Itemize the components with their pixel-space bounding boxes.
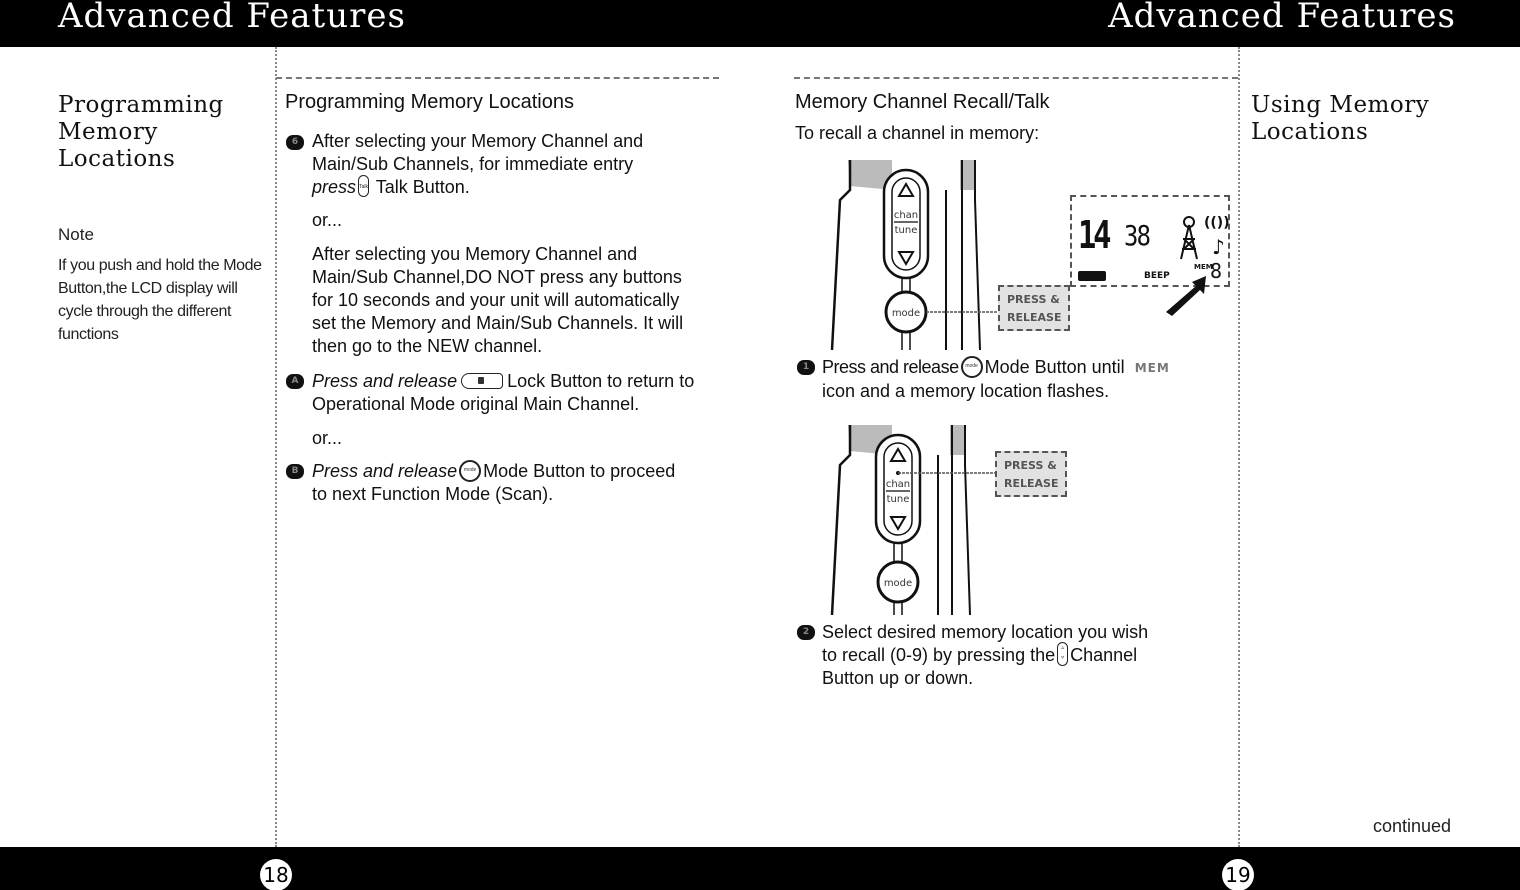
tune-label: tune [895,225,918,236]
mode-button-icon: mode [960,355,983,378]
step-1-line-1: Press and release mode Mode Button until ME… [822,355,1242,380]
step-b-italic: Press and release [312,461,458,481]
step-b-line-2: to next Function Mode (Scan). [312,484,554,504]
continued-label: continued [1373,816,1452,836]
radio-outline-left [830,425,852,615]
tune-label: tune [887,494,910,505]
step-a-after: Lock Button to return to [507,371,695,391]
step-b-text: Press and release mode Mode Button to proc… [312,459,732,506]
auto-set-paragraph: After selecting you Memory Channel and M… [312,243,722,358]
step-2-line-2: to recall (0-9) by pressing the ▵ ▿ Channel [822,642,1242,667]
step-2-line-3: Button up or down. [822,668,974,688]
talk-button-icon: Talk [358,175,370,198]
callout-2-line-2: RELEASE [1004,477,1059,490]
or-separator-2: or... [312,428,343,448]
radio-outline-left [830,160,852,350]
auto-line-3: for 10 seconds and your unit will automa… [312,290,680,310]
auto-line-4: set the Memory and Main/Sub Channels. It… [312,313,684,333]
pointer-arrow-icon [1166,276,1206,316]
radio-illustration-1: chan tune mode [830,160,1000,350]
radio-illustration-2: chan tune mode [830,425,1000,615]
step-b-after: Mode Button to proceed [483,461,676,481]
chan-label: chan [886,479,910,490]
music-note-icon: ♪ [1212,235,1225,259]
right-page-header-title: Advanced Features [1108,0,1456,36]
step-6-line-1: After selecting your Memory Channel and [312,131,644,151]
auto-line-2: Main/Sub Channel,DO NOT press any button… [312,267,682,287]
step-b-bullet-icon: B [286,464,304,479]
step-6-text: After selecting your Memory Channel and … [312,130,722,199]
mode-label: mode [892,308,920,319]
press-release-callout-2: PRESS & RELEASE [995,451,1067,497]
battery-icon [1078,271,1106,281]
callout-2-line-1: PRESS & [1004,459,1057,472]
chan-label: chan [894,210,918,221]
talk-button-label: Talk Button. [375,177,470,197]
mode-button-icon: mode [459,459,482,482]
lcd-main-channel: 14 [1078,213,1111,257]
press-word: press [312,177,357,197]
auto-line-1: After selecting you Memory Channel and [312,244,638,264]
page-number-18: 18 [260,859,292,890]
step-2-line-1: Select desired memory location you wish [822,622,1149,642]
right-side-title: Using Memory Locations [1251,92,1430,145]
left-section-rule [276,77,719,79]
step-a-italic: Press and release [312,371,458,391]
radio-outline-right [945,160,981,350]
step-a-bullet-icon: A [286,374,304,389]
recall-subtitle: To recall a channel in memory: [795,123,1040,143]
left-page-header-title: Advanced Features [58,0,406,36]
step-1-line-2: icon and a memory location flashes. [822,381,1110,401]
right-section-rule [794,77,1238,79]
callout-1-line-1: PRESS & [1007,293,1060,306]
header-bar: Advanced Features Advanced Features [0,0,1520,47]
step-2-before: to recall (0-9) by pressing the [822,645,1056,665]
step-2-bullet-icon: 2 [797,625,815,640]
footer-bar: 18 19 [0,847,1520,890]
chan-tune-key [882,168,930,280]
step-6-line-3: press Talk Talk Button. [312,175,722,199]
step-6-bullet-icon: 6 [286,135,304,150]
press-release-callout-1: PRESS & RELEASE [998,285,1070,331]
step-1-before: Press and release [822,357,959,377]
tower-icon [1180,216,1198,260]
step-6-line-2: Main/Sub Channels, for immediate entry [312,154,634,174]
callout-1-line-2: RELEASE [1007,311,1062,324]
page-number-19: 19 [1222,859,1254,890]
mode-label: mode [884,578,912,589]
step-1-text: Press and release mode Mode Button until ME… [822,355,1242,403]
recall-section-title: Memory Channel Recall/Talk [795,91,1050,113]
lcd-sub-channel: 38 [1124,219,1151,252]
right-column-divider [1238,47,1240,847]
left-side-title: Programming Memory Locations [58,92,224,172]
step-1-after: Mode Button until [984,357,1125,377]
step-a-line-2: Operational Mode original Main Channel. [312,394,640,414]
step-b-line-1: Press and release mode Mode Button to proc… [312,459,732,483]
vibrate-icon: (()) [1204,215,1230,231]
mem-icon: MEM [1134,361,1170,375]
lock-button-icon [461,372,504,389]
step-2-after: Channel [1070,645,1138,665]
note-label: Note [58,225,94,244]
step-a-line-1: Press and release Lock Button to return t… [312,370,732,393]
left-column-divider [275,47,277,847]
step-2-text: Select desired memory location you wish … [822,621,1242,690]
or-separator-1: or... [312,210,343,230]
channel-button-icon: ▵ ▿ [1057,642,1069,667]
auto-line-5: then go to the NEW channel. [312,336,543,356]
note-text: If you push and hold the Mode Button,the… [58,257,262,343]
programming-section-title: Programming Memory Locations [285,91,574,113]
step-1-bullet-icon: 1 [797,360,815,375]
step-a-text: Press and release Lock Button to return t… [312,370,732,416]
